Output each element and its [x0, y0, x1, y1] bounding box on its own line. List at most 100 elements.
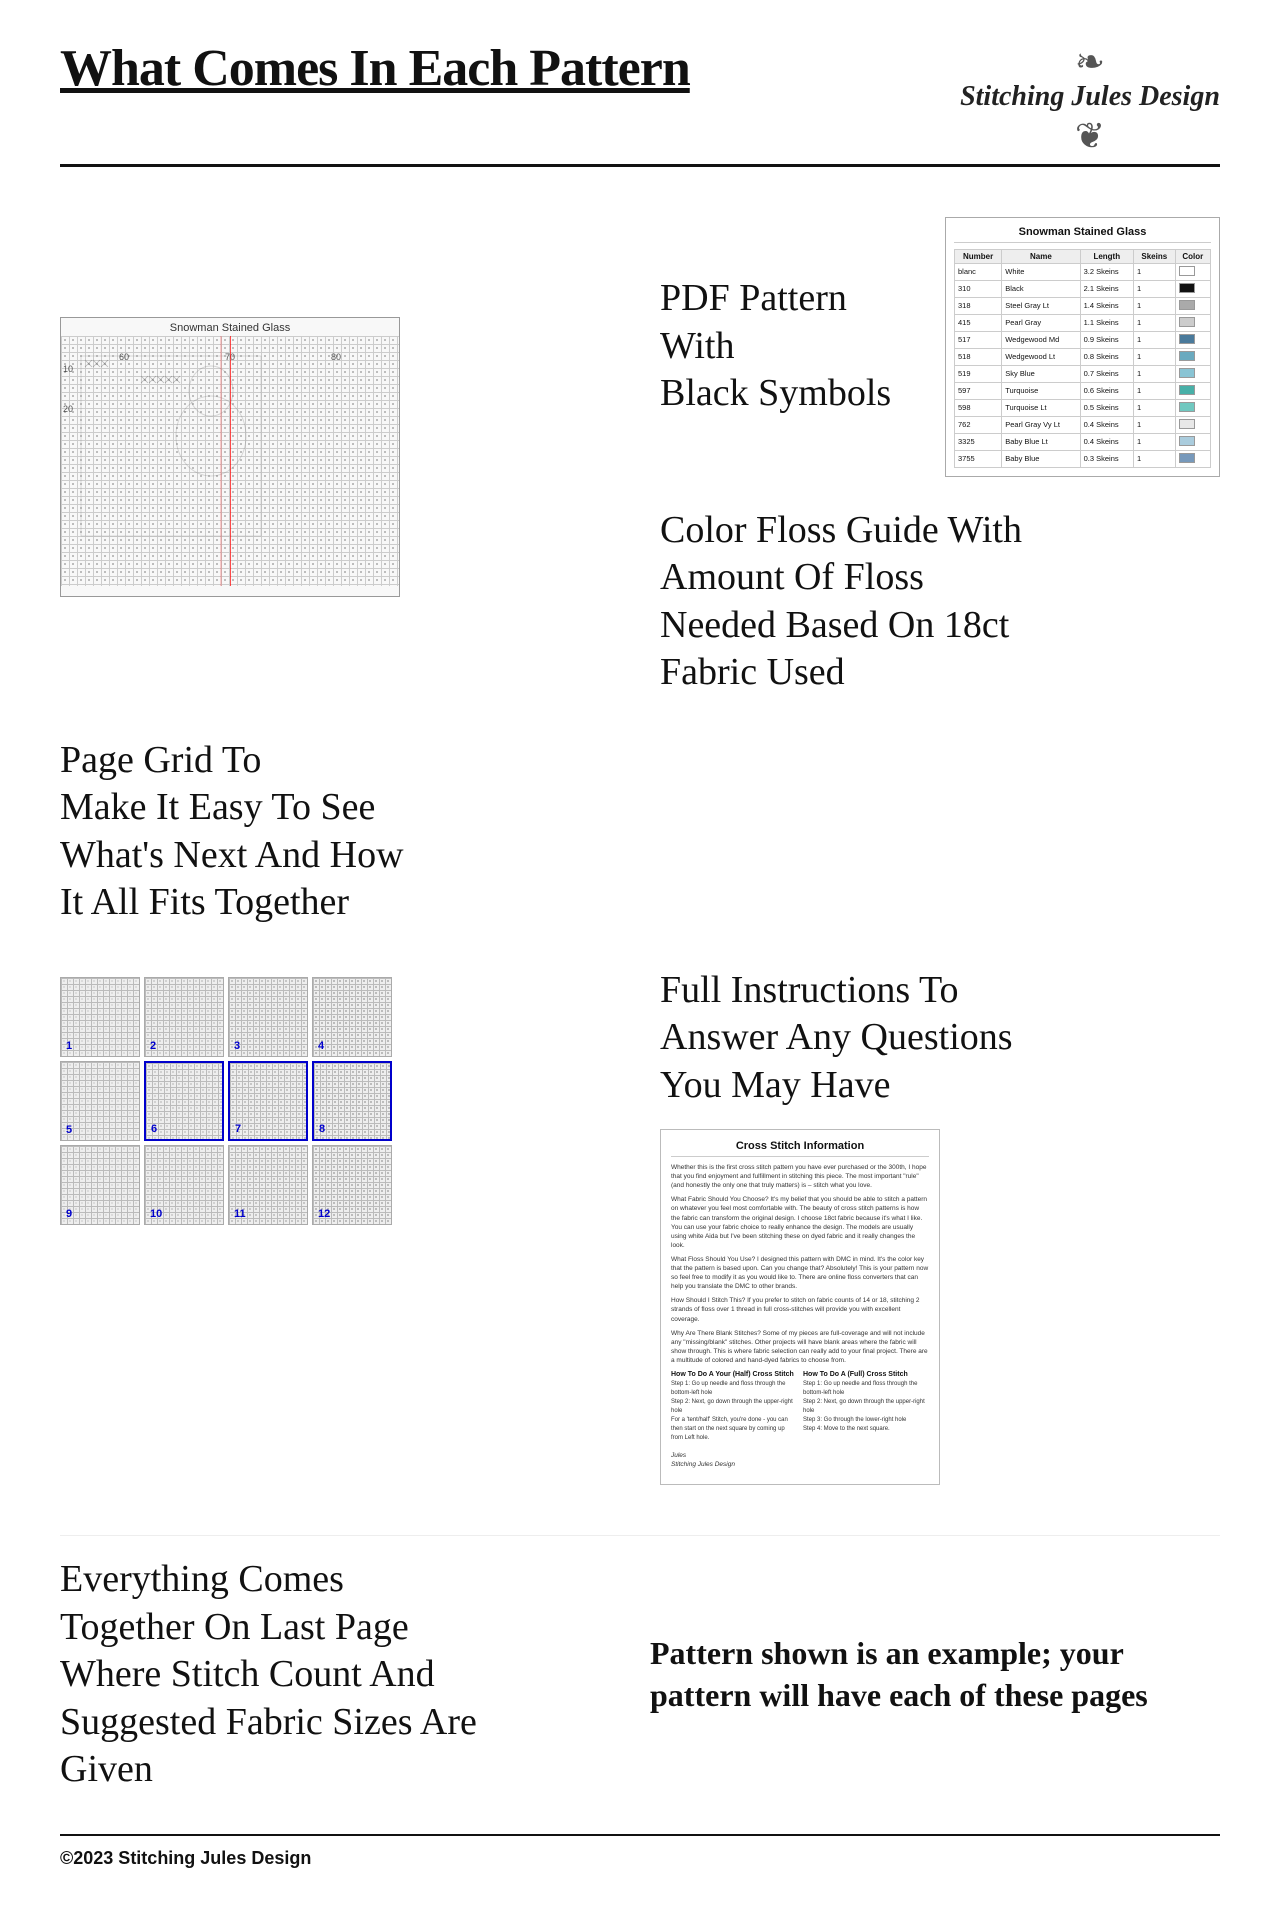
cross-stitch-image: Snowman Stained Glass 60 70 80 10 20 [60, 317, 400, 597]
floss-skeins: 1 [1133, 365, 1175, 382]
instructions-doc-title: Cross Stitch Information [671, 1140, 929, 1157]
floss-number: 519 [954, 365, 1001, 382]
floss-number: 310 [954, 280, 1001, 297]
floss-row: blanc White 3.2 Skeins 1 [954, 263, 1210, 280]
floss-name: Pearl Gray [1002, 314, 1080, 331]
floss-length: 0.8 Skeins [1080, 348, 1133, 365]
grid-thumbnail-12: 12 [312, 1145, 392, 1225]
floss-color-swatch [1175, 399, 1210, 416]
cell-number: 3 [231, 1038, 243, 1054]
floss-skeins: 1 [1133, 382, 1175, 399]
footer: ©2023 Stitching Jules Design [60, 1834, 1220, 1869]
color-block [1179, 317, 1195, 327]
grid-thumbnail-11: 11 [228, 1145, 308, 1225]
floss-row: 3755 Baby Blue 0.3 Skeins 1 [954, 450, 1210, 467]
floss-length: 0.4 Skeins [1080, 433, 1133, 450]
example-note-area: Pattern shown is an example; your patter… [650, 1556, 1220, 1794]
floss-color-swatch [1175, 314, 1210, 331]
instruction-para-1: What Fabric Should You Choose? It's my b… [671, 1195, 929, 1250]
color-block [1179, 419, 1195, 429]
bottom-section: Everything Comes Together On Last Page W… [60, 1535, 1220, 1794]
floss-length: 0.6 Skeins [1080, 382, 1133, 399]
floss-color-swatch [1175, 331, 1210, 348]
floss-table-title: Snowman Stained Glass [954, 226, 1211, 243]
instructions-paragraphs: Whether this is the first cross stitch p… [671, 1163, 929, 1365]
cell-number: 11 [231, 1206, 249, 1222]
full-step-3: Step 4: Move to the next square. [803, 1425, 929, 1434]
floss-number: 518 [954, 348, 1001, 365]
logo-swirl-top: ❧ [1075, 44, 1105, 80]
pdf-pattern-label: PDF Pattern With Black Symbols [660, 275, 925, 418]
floss-number: 318 [954, 297, 1001, 314]
grid-thumbnail-9: 9 [60, 1145, 140, 1225]
half-step-2: For a 'tent/half' Stitch, you're done - … [671, 1416, 797, 1443]
instruction-para-3: How Should I Stitch This? If you prefer … [671, 1296, 929, 1323]
full-step-1: Step 2: Next, go down through the upper-… [803, 1398, 929, 1416]
floss-name: Sky Blue [1002, 365, 1080, 382]
floss-row: 519 Sky Blue 0.7 Skeins 1 [954, 365, 1210, 382]
full-step-0: Step 1: Go up needle and floss through t… [803, 1380, 929, 1398]
full-stitch-steps: Step 1: Go up needle and floss through t… [803, 1380, 929, 1434]
floss-col-number: Number [954, 249, 1001, 263]
floss-skeins: 1 [1133, 416, 1175, 433]
floss-col-color: Color [1175, 249, 1210, 263]
half-stitch-steps: Step 1: Go up needle and floss through t… [671, 1380, 797, 1443]
floss-length: 0.5 Skeins [1080, 399, 1133, 416]
instruction-para-2: What Floss Should You Use? I designed th… [671, 1255, 929, 1291]
logo-text: Stitching Jules Design [960, 80, 1220, 114]
logo-area: ❧ Stitching Jules Design ❦ [960, 40, 1220, 154]
page-title: What Comes In Each Pattern [60, 40, 690, 97]
floss-color-swatch [1175, 263, 1210, 280]
floss-length: 0.3 Skeins [1080, 450, 1133, 467]
color-block [1179, 334, 1195, 344]
floss-number: 3755 [954, 450, 1001, 467]
color-block [1179, 300, 1195, 310]
floss-row: 598 Turquoise Lt 0.5 Skeins 1 [954, 399, 1210, 416]
cell-number: 9 [63, 1206, 75, 1222]
color-block [1179, 283, 1195, 293]
floss-row: 310 Black 2.1 Skeins 1 [954, 280, 1210, 297]
cell-number: 5 [63, 1122, 75, 1138]
floss-color-swatch [1175, 348, 1210, 365]
instructions-signature: JulesStitching Jules Design [671, 1451, 929, 1469]
grid-thumbnail-1: 1 [60, 977, 140, 1057]
floss-name: Wedgewood Md [1002, 331, 1080, 348]
page-grid-label: Page Grid To Make It Easy To See What's … [60, 737, 404, 927]
pattern-image-area: Snowman Stained Glass 60 70 80 10 20 [60, 197, 640, 717]
color-floss-label: Color Floss Guide With Amount Of Floss N… [660, 507, 1022, 697]
floss-color-swatch [1175, 365, 1210, 382]
floss-skeins: 1 [1133, 280, 1175, 297]
floss-color-swatch [1175, 382, 1210, 399]
floss-color-swatch [1175, 297, 1210, 314]
floss-name: Pearl Gray Vy Lt [1002, 416, 1080, 433]
floss-row: 762 Pearl Gray Vy Lt 0.4 Skeins 1 [954, 416, 1210, 433]
pattern-image-title: Snowman Stained Glass [61, 318, 399, 336]
floss-number: 3325 [954, 433, 1001, 450]
grid-thumbnail-6: 6 [144, 1061, 224, 1141]
stitch-svg [61, 336, 399, 586]
floss-name: Baby Blue [1002, 450, 1080, 467]
floss-color-swatch [1175, 433, 1210, 450]
half-step-1: Step 2: Next, go down through the upper-… [671, 1398, 797, 1416]
floss-name: Wedgewood Lt [1002, 348, 1080, 365]
full-stitch-col: How To Do A (Full) Cross Stitch Step 1: … [803, 1371, 929, 1443]
floss-skeins: 1 [1133, 314, 1175, 331]
floss-number: 762 [954, 416, 1001, 433]
floss-length: 1.1 Skeins [1080, 314, 1133, 331]
stitch-guide-cols: How To Do A Your (Half) Cross Stitch Ste… [671, 1371, 929, 1443]
floss-skeins: 1 [1133, 297, 1175, 314]
floss-skeins: 1 [1133, 263, 1175, 280]
grid-thumbnail-2: 2 [144, 977, 224, 1057]
color-block [1179, 351, 1195, 361]
example-note: Pattern shown is an example; your patter… [650, 1633, 1220, 1716]
cell-number: 7 [232, 1121, 244, 1137]
floss-skeins: 1 [1133, 331, 1175, 348]
floss-name: Turquoise [1002, 382, 1080, 399]
floss-number: blanc [954, 263, 1001, 280]
cell-number: 1 [63, 1038, 75, 1054]
grid-thumbnail-3: 3 [228, 977, 308, 1057]
grid-thumbnail-7: 7 [228, 1061, 308, 1141]
floss-row: 415 Pearl Gray 1.1 Skeins 1 [954, 314, 1210, 331]
floss-name: Baby Blue Lt [1002, 433, 1080, 450]
grid-thumbnail-10: 10 [144, 1145, 224, 1225]
